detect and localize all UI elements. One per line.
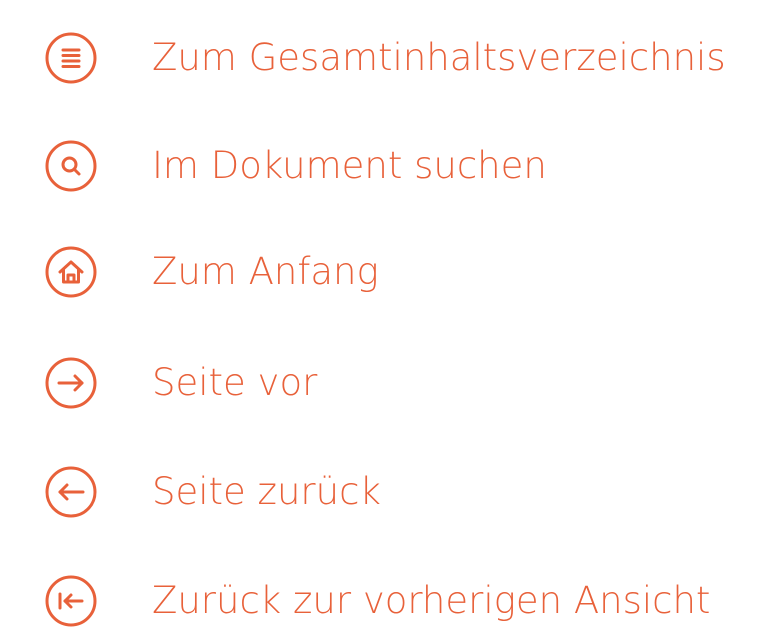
nav-item-search-document[interactable]: Im Dokument suchen <box>44 139 547 193</box>
navigation-list: Zum Gesamtinhaltsverzeichnis Im Dokument… <box>44 0 777 630</box>
nav-item-next-page[interactable]: Seite vor <box>44 356 317 410</box>
back-to-previous-view-icon <box>44 574 98 628</box>
search-icon <box>44 139 98 193</box>
nav-item-label: Zum Gesamtinhaltsverzeichnis <box>152 36 726 79</box>
nav-item-label: Seite vor <box>152 361 318 404</box>
home-icon <box>44 245 98 299</box>
nav-item-table-of-contents[interactable]: Zum Gesamtinhaltsverzeichnis <box>44 31 726 85</box>
nav-item-label: Im Dokument suchen <box>152 144 547 187</box>
nav-item-label: Seite zurück <box>152 470 381 513</box>
nav-item-label: Zum Anfang <box>152 250 379 293</box>
arrow-right-icon <box>44 356 98 410</box>
nav-item-previous-page[interactable]: Seite zurück <box>44 465 381 519</box>
nav-item-label: Zurück zur vorherigen Ansicht <box>152 579 711 622</box>
nav-item-home[interactable]: Zum Anfang <box>44 245 379 299</box>
arrow-left-icon <box>44 465 98 519</box>
nav-item-previous-view[interactable]: Zurück zur vorherigen Ansicht <box>44 574 710 628</box>
toc-list-icon <box>44 31 98 85</box>
